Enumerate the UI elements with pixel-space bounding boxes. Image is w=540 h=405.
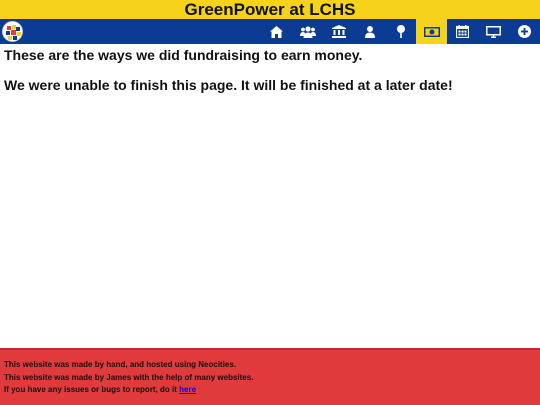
nav-school-button[interactable]	[323, 19, 354, 44]
site-header: GreenPower at LCHS	[0, 0, 540, 19]
nav-fundraising-button[interactable]	[416, 19, 447, 44]
nav-calendar-button[interactable]	[447, 19, 478, 44]
team-logo-icon	[3, 22, 22, 41]
report-link[interactable]: here	[179, 385, 196, 394]
nav-icons	[261, 19, 540, 44]
nav-monitor-button[interactable]	[478, 19, 509, 44]
footer-line-credits: This website was made by James with the …	[4, 372, 254, 382]
team-icon	[299, 25, 316, 38]
footer-report-text: If you have any issues or bugs to report…	[4, 385, 180, 394]
nav-more-button[interactable]	[509, 19, 540, 44]
footer-line-report: If you have any issues or bugs to report…	[4, 384, 536, 397]
school-icon	[331, 25, 346, 38]
plus-circle-icon	[518, 25, 531, 38]
intro-text: These are the ways we did fundraising to…	[4, 47, 363, 63]
monitor-icon	[486, 25, 501, 38]
main-content: These are the ways we did fundraising to…	[0, 44, 540, 110]
notice-text: We were unable to finish this page. It w…	[4, 77, 453, 93]
person-icon	[364, 25, 375, 38]
nav-person-button[interactable]	[354, 19, 385, 44]
pin-icon	[396, 25, 405, 38]
nav-home-button[interactable]	[261, 19, 292, 44]
site-footer: This website was made by hand, and hoste…	[0, 348, 540, 405]
nav-bar	[0, 19, 540, 44]
nav-team-button[interactable]	[292, 19, 323, 44]
home-icon	[270, 25, 283, 38]
nav-pin-button[interactable]	[385, 19, 416, 44]
money-icon	[423, 26, 440, 37]
team-logo[interactable]	[2, 21, 23, 42]
calendar-icon	[456, 25, 469, 38]
site-title: GreenPower at LCHS	[184, 0, 356, 19]
footer-line-hosting: This website was made by hand, and hoste…	[4, 360, 237, 369]
